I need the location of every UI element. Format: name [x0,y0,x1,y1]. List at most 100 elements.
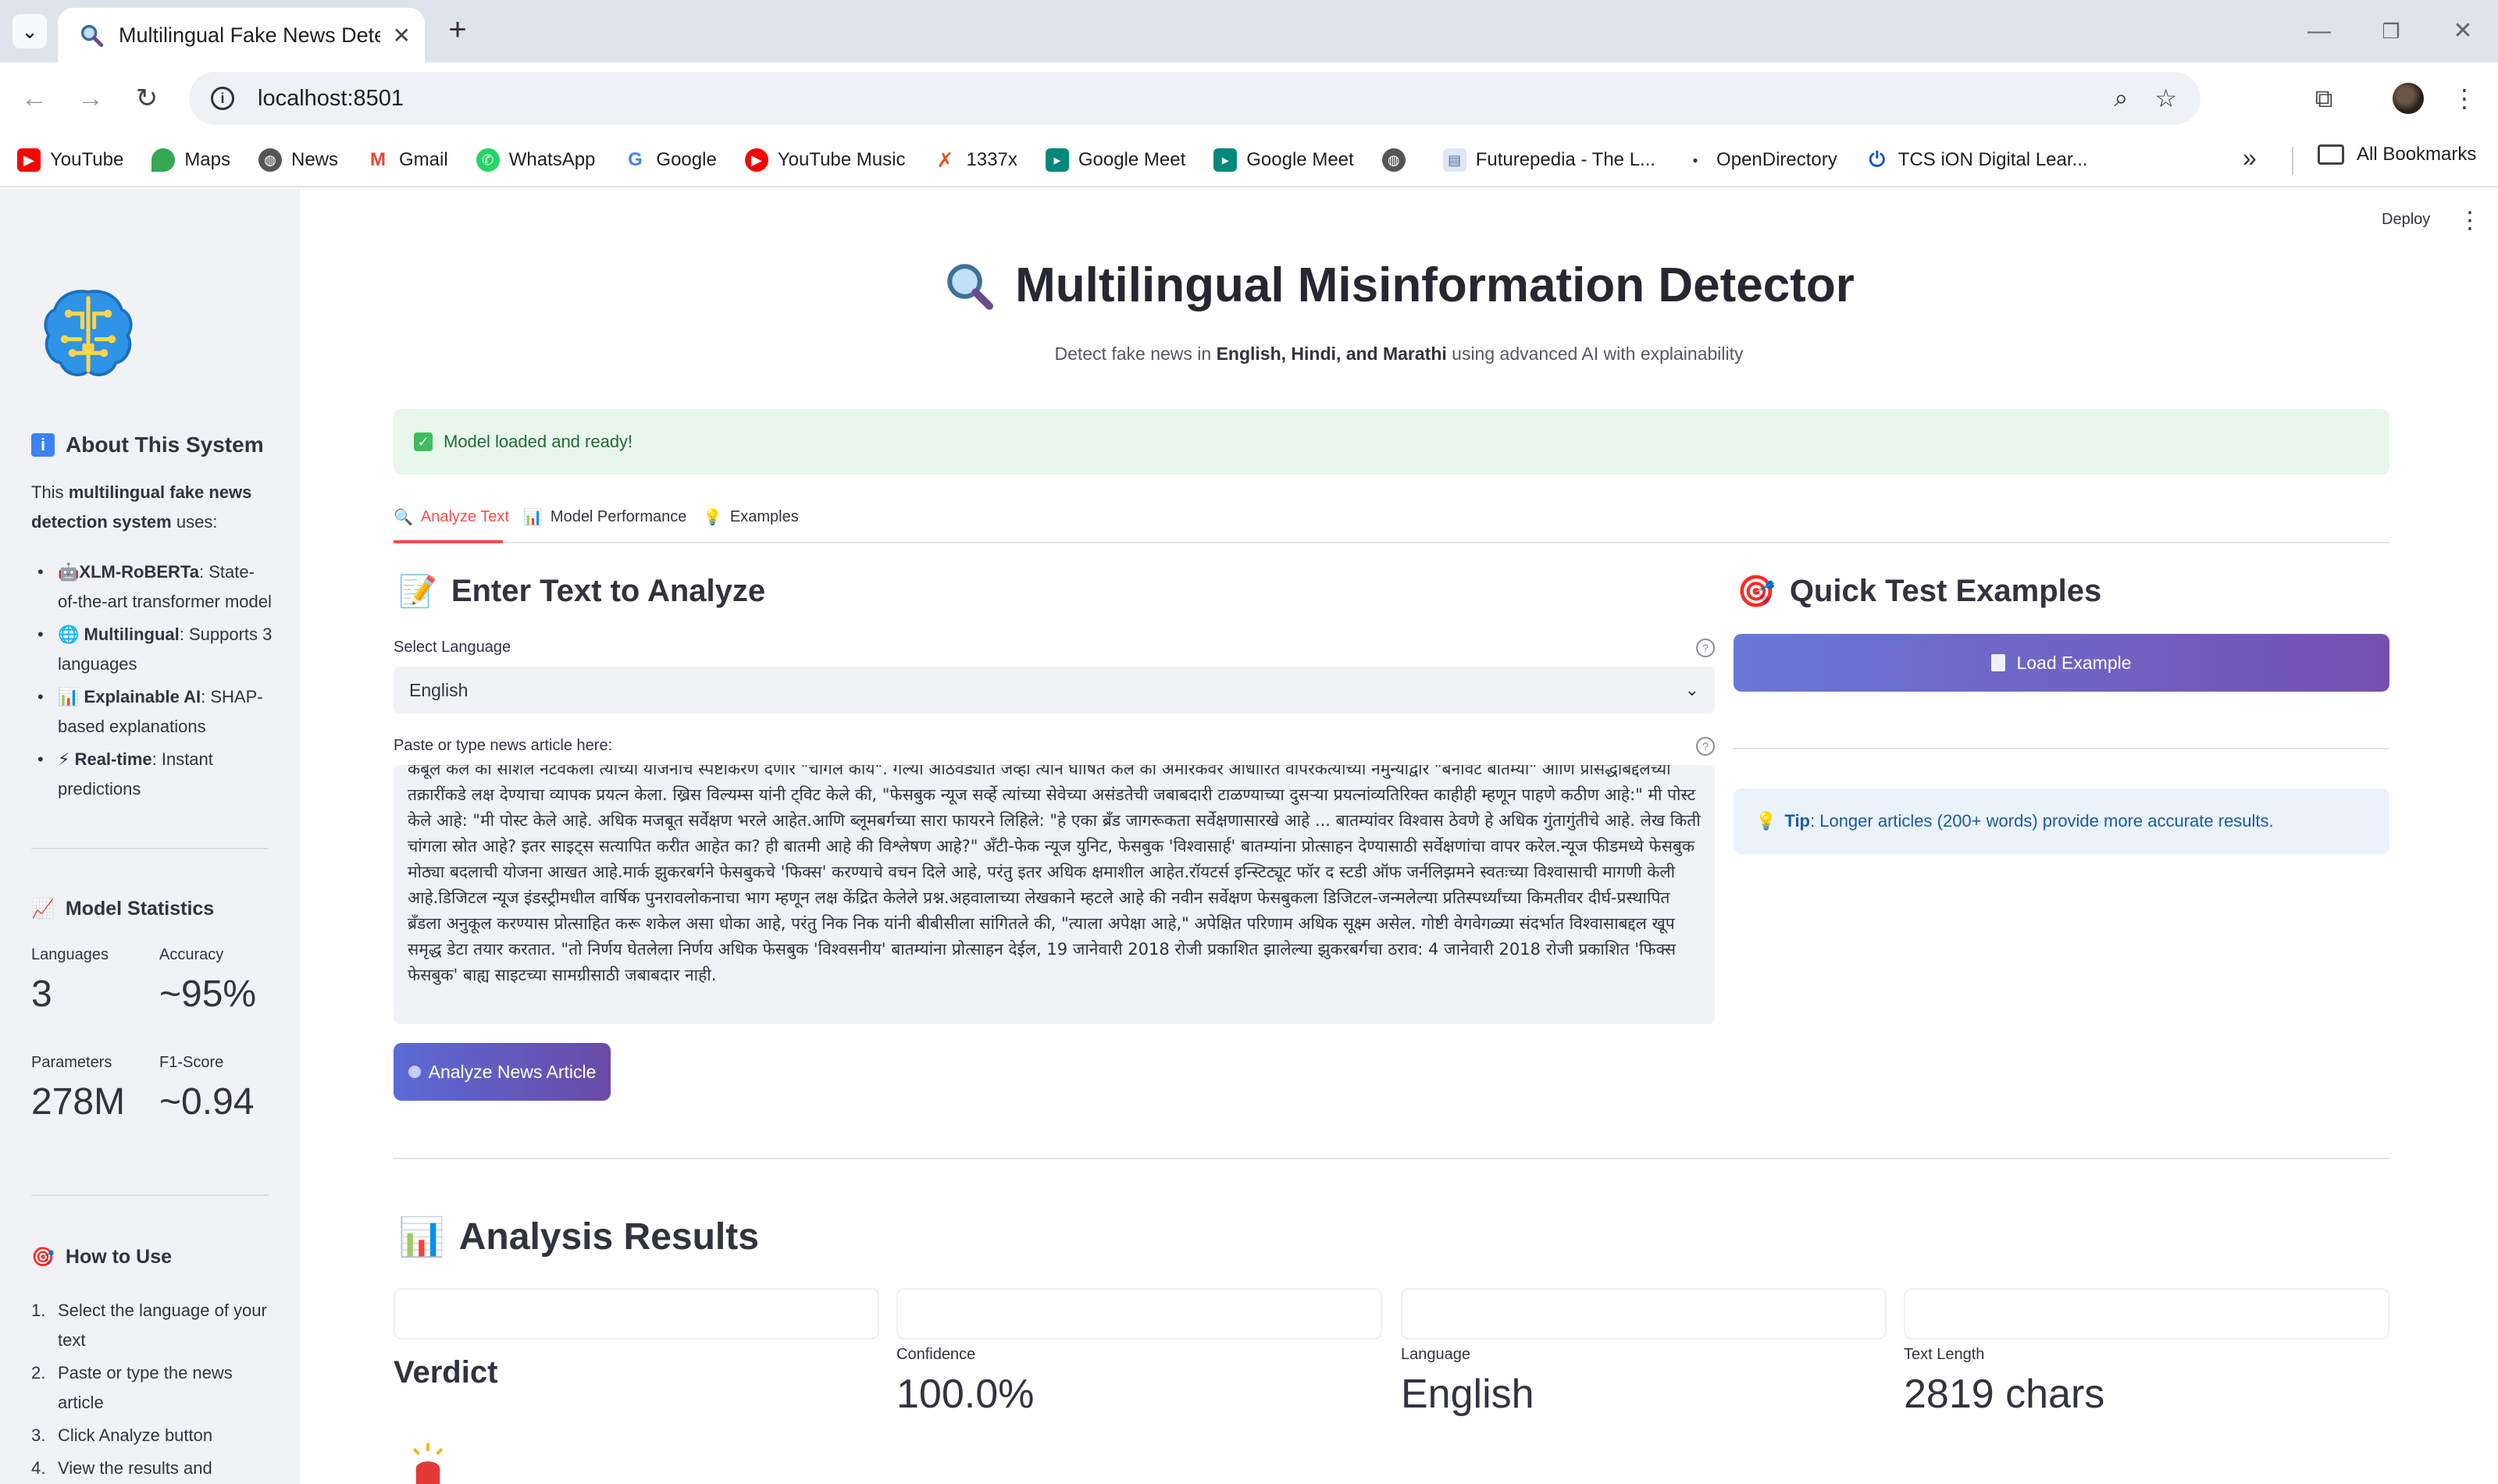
app-menu-icon[interactable]: ⋮ [2458,209,2482,233]
checkmark-icon: ✓ [414,432,433,451]
close-window-icon[interactable]: ✕ [2439,14,2486,48]
step-item: 3. Click Analyze button [31,1425,213,1445]
bookmark-google[interactable]: G Google [623,148,717,172]
lightbulb-icon: 💡 [1755,811,1777,831]
feature-name: Explainable AI [84,687,201,706]
bookmark-label: OpenDirectory [1716,149,1837,170]
profile-avatar[interactable] [2393,83,2424,114]
youtube-icon: ▶ [17,148,41,172]
confidence-value: 100.0% [896,1372,1035,1417]
bookmarks-divider [2292,147,2293,175]
whatsapp-icon: ✆ [476,148,500,172]
all-bookmarks-label: All Bookmarks [2357,144,2477,165]
google-meet-icon: ▸ [1213,148,1238,172]
tab-search-chevron-icon[interactable]: ⌄ [12,14,47,48]
bookmark-label: Google Meet [1078,149,1186,170]
analyze-button[interactable]: Analyze News Article [394,1043,611,1101]
article-textarea[interactable]: कबूल केले की सोशल नेटवर्कला त्यांच्या यो… [394,765,1715,1024]
tab-model-performance[interactable]: 📊 Model Performance [523,507,686,527]
article-text[interactable]: कबूल केले की सोशल नेटवर्कला त्यांच्या यो… [408,765,1701,988]
all-bookmarks[interactable]: All Bookmarks [2318,144,2476,165]
bookmark-label: Google Meet [1246,149,1354,170]
site-info-icon[interactable]: i [211,87,234,110]
stats-title: Model Statistics [65,898,215,920]
globe-icon: ◍ [1381,148,1406,172]
zoom-icon[interactable]: ⌕ [2114,84,2128,113]
bookmark-label: 1337x [966,149,1017,170]
browser-menu-icon[interactable]: ⋮ [2446,80,2483,117]
back-arrow-icon[interactable]: ← [16,80,53,117]
dot-icon: ● [1684,148,1708,172]
tab-label: Model Performance [550,508,687,525]
magnifier-icon [947,263,994,310]
feature-item: 🌐 Multilingual: Supports 3 languages [31,620,273,679]
sidebar-divider [31,1194,269,1196]
bookmark-label: Gmail [399,149,448,170]
about-intro-pre: This [31,482,69,502]
divider [394,1158,2389,1159]
more-bookmarks-icon[interactable]: » [2243,144,2257,173]
about-title: About This System [66,432,264,457]
bookmark-futurepedia[interactable]: ▤ Futurepedia - The L... [1442,148,1655,172]
restore-icon[interactable]: ❐ [2368,14,2414,48]
bookmark-opendirectory[interactable]: ● OpenDirectory [1684,148,1837,172]
help-icon[interactable]: ? [1696,737,1715,756]
page-title-text: Multilingual Misinformation Detector [1015,258,1855,312]
load-example-button[interactable]: Load Example [1734,634,2389,692]
youtube-music-icon: ▶ [744,148,768,172]
metric-label: Languages [31,946,109,963]
bookmark-whatsapp[interactable]: ✆ WhatsApp [476,148,595,172]
bookmark-youtube-music[interactable]: ▶ YouTube Music [744,148,905,172]
minimize-icon[interactable]: — [2296,14,2343,48]
forward-arrow-icon[interactable]: → [72,80,109,117]
power-icon: ⏻ [1865,148,1889,172]
confidence-label: Confidence [896,1346,976,1363]
help-icon[interactable]: ? [1696,639,1715,657]
bookmark-globe[interactable]: ◍ [1381,148,1415,172]
tab-analyze-text[interactable]: 🔍 Analyze Text [394,507,509,527]
language-result-label: Language [1401,1346,1470,1363]
status-text: Model loaded and ready! [444,432,633,451]
bookmarks-bar: ▶ YouTube Maps ◍ News M Gmail ✆ WhatsApp G Go… [0,134,2498,187]
bookmark-1337x[interactable]: ✗ 1337x [933,148,1017,172]
metric-value: 278M [31,1081,126,1123]
howto-steps: 1. Select the language of your text 2. Pas… [31,1296,273,1484]
address-bar[interactable]: i localhost:8501 ⌕ ☆ [189,72,2200,125]
crystal-ball-icon [408,1066,421,1078]
bookmark-gmail[interactable]: M Gmail [366,148,448,172]
extensions-icon[interactable]: ⧉ [2305,80,2343,117]
chevron-down-icon: ⌄ [1684,680,1699,699]
howto-heading: 🎯 How to Use [31,1246,172,1269]
globe-icon: 🌐 [58,625,80,644]
stats-heading: 📈 Model Statistics [31,898,214,920]
bookmark-google-meet-2[interactable]: ▸ Google Meet [1213,148,1354,172]
tab-examples[interactable]: 💡 Examples [703,507,799,527]
tip-text: : Longer articles (200+ words) provide m… [1810,811,2274,831]
bookmark-maps[interactable]: Maps [151,148,230,172]
bookmark-google-meet[interactable]: ▸ Google Meet [1045,148,1186,172]
browser-tab-active[interactable]: Multilingual Fake News Detecto ✕ [58,8,425,62]
divider [1734,748,2389,749]
reload-icon[interactable]: ↻ [128,80,166,117]
lightning-icon: ⚡ [58,749,70,769]
chart-icon: 📊 [58,687,80,706]
howto-title: How to Use [65,1246,173,1268]
metric-value: ~95% [159,973,257,1015]
close-tab-icon[interactable]: ✕ [393,23,411,48]
step-text: View the results and [58,1458,212,1478]
new-tab-icon[interactable]: + [440,14,475,48]
active-tab-indicator [394,540,503,543]
bookmark-news[interactable]: ◍ News [258,148,338,172]
bookmark-youtube[interactable]: ▶ YouTube [17,148,123,172]
feature-name: Real-time [74,749,152,769]
feature-item: ⚡ Real-time: Instant predictions [31,745,273,804]
target-icon: 🎯 [31,1247,55,1268]
x-icon: ✗ [933,148,957,172]
url-text[interactable]: localhost:8501 [258,86,2087,112]
bookmark-star-icon[interactable]: ☆ [2154,84,2177,113]
bar-chart-icon: 📊 [398,1217,445,1258]
deploy-button[interactable]: Deploy [2382,211,2430,229]
bookmark-tcs-ion[interactable]: ⏻ TCS iON Digital Lear... [1865,148,2088,172]
feature-item: 📊 Explainable AI: SHAP-based explanation… [31,682,273,742]
language-select[interactable]: English ⌄ [394,667,1715,714]
